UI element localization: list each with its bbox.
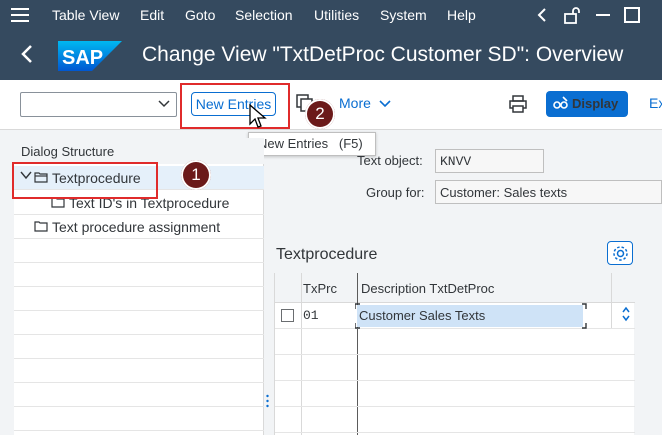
menu-utilities[interactable]: Utilities bbox=[314, 7, 359, 23]
chevron-down-icon[interactable] bbox=[158, 100, 170, 108]
tree-empty-row bbox=[14, 359, 264, 383]
menu-bar: Table View Edit Goto Selection Utilities… bbox=[0, 0, 662, 31]
tree-empty-row bbox=[14, 335, 264, 359]
cell-txprc: 01 bbox=[303, 308, 319, 323]
chevron-down-icon bbox=[379, 100, 391, 108]
title-bar: SAP Change View "TxtDetProc Customer SD"… bbox=[0, 31, 662, 80]
tree-empty-row bbox=[14, 383, 264, 407]
exit-button-truncated[interactable]: Ex bbox=[649, 95, 662, 111]
menu-goto[interactable]: Goto bbox=[185, 7, 215, 23]
dialog-structure-header: Dialog Structure bbox=[14, 138, 264, 164]
tree-item-label: Text procedure assignment bbox=[52, 219, 221, 235]
maximize-icon[interactable] bbox=[624, 7, 640, 23]
highlight-box-new-entries bbox=[180, 83, 290, 129]
table-empty-row bbox=[275, 355, 635, 381]
row-select-checkbox[interactable] bbox=[281, 309, 294, 322]
tree-item-text-procedure-assignment[interactable]: Text procedure assignment bbox=[14, 215, 264, 239]
mouse-cursor-icon bbox=[249, 104, 267, 128]
menu-selection[interactable]: Selection bbox=[235, 7, 293, 23]
unlock-icon[interactable] bbox=[563, 6, 581, 24]
display-label: Display bbox=[572, 96, 619, 111]
group-for-label: Group for: bbox=[366, 185, 425, 200]
table-header: TxPrc Description TxtDetProc bbox=[275, 273, 635, 303]
print-icon[interactable] bbox=[508, 94, 528, 114]
menu-edit[interactable]: Edit bbox=[140, 7, 164, 23]
table-title: Textprocedure bbox=[276, 246, 378, 263]
highlight-box-textprocedure bbox=[12, 162, 158, 199]
menu-table-view[interactable]: Table View bbox=[52, 7, 119, 23]
command-field[interactable] bbox=[20, 92, 177, 117]
svg-text:SAP: SAP bbox=[62, 47, 103, 69]
column-header-txprc[interactable]: TxPrc bbox=[303, 281, 337, 296]
page-title: Change View "TxtDetProc Customer SD": Ov… bbox=[142, 43, 624, 66]
text-object-label: Text object: bbox=[357, 153, 423, 168]
column-header-description[interactable]: Description TxtDetProc bbox=[361, 281, 494, 296]
folder-icon bbox=[34, 221, 48, 232]
more-label: More bbox=[339, 95, 371, 111]
group-for-field: Customer: Sales texts bbox=[435, 180, 662, 204]
table-settings-button[interactable] bbox=[607, 241, 633, 265]
hamburger-menu-icon[interactable] bbox=[11, 8, 29, 22]
tree-empty-row bbox=[14, 311, 264, 335]
entries-table: TxPrc Description TxtDetProc 01 Customer… bbox=[274, 273, 635, 435]
table-row[interactable]: 01 Customer Sales Texts bbox=[275, 303, 635, 329]
table-empty-row bbox=[275, 329, 635, 355]
table-empty-row bbox=[275, 381, 635, 407]
step-badge-2: 2 bbox=[305, 99, 335, 129]
minimize-icon[interactable] bbox=[596, 13, 610, 17]
chevron-left-icon[interactable] bbox=[536, 7, 548, 23]
glasses-pen-icon bbox=[553, 96, 568, 109]
sap-logo: SAP bbox=[58, 41, 122, 71]
cell-focus-corners bbox=[355, 303, 587, 329]
display-button[interactable]: Display bbox=[546, 91, 628, 117]
scroll-arrows-icon[interactable] bbox=[621, 306, 631, 322]
text-object-field: KNVV bbox=[435, 149, 544, 173]
step-badge-1: 1 bbox=[181, 160, 211, 190]
table-empty-row bbox=[275, 407, 635, 433]
gear-icon bbox=[613, 246, 628, 261]
menu-system[interactable]: System bbox=[380, 7, 427, 23]
tree-empty-row bbox=[14, 407, 264, 431]
back-arrow-icon[interactable] bbox=[20, 43, 34, 65]
menu-help[interactable]: Help bbox=[447, 7, 476, 23]
tree-empty-row bbox=[14, 263, 264, 287]
tree-empty-row bbox=[14, 287, 264, 311]
splitter-handle[interactable] bbox=[266, 394, 269, 408]
more-menu[interactable]: More bbox=[339, 95, 391, 111]
tree-empty-row bbox=[14, 239, 264, 263]
